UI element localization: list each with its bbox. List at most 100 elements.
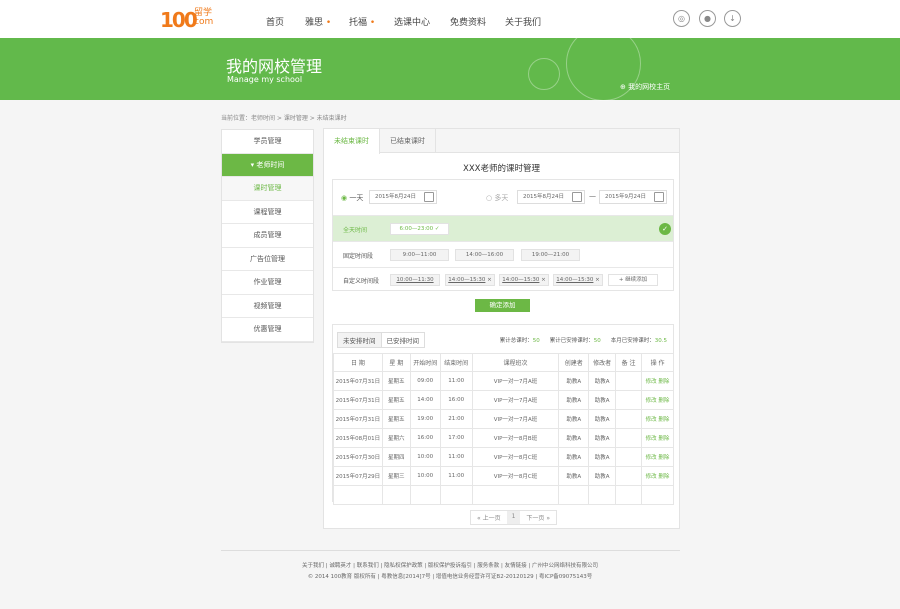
tab-scheduled[interactable]: 已安排时间 — [382, 333, 425, 347]
edit-link[interactable]: 修改 — [646, 398, 657, 404]
tab-finished[interactable]: 已结束课时 — [380, 129, 436, 152]
delete-link[interactable]: 删除 — [658, 455, 669, 461]
edit-link[interactable]: 修改 — [646, 379, 657, 385]
sidebar-item[interactable]: 作业管理 — [222, 271, 313, 295]
sidebar-item[interactable]: 视频管理 — [222, 295, 313, 319]
close-icon[interactable]: × — [487, 277, 492, 283]
table-cell: 助教A — [589, 410, 616, 429]
confirm-add-button[interactable]: 确定添加 — [475, 299, 530, 312]
table-cell: 2015年07月29日 — [334, 467, 383, 486]
logo-com: com — [194, 17, 213, 27]
radio-one-day[interactable]: ◉ 一天 — [341, 193, 363, 203]
nav-label: 免费资料 — [450, 18, 486, 28]
weibo-icon[interactable]: ◎ — [673, 10, 690, 27]
table-cell: 助教A — [589, 391, 616, 410]
download-icon[interactable]: ↓ — [724, 10, 741, 27]
table-cell: 2015年07月31日 — [334, 391, 383, 410]
sidebar-item[interactable]: 课时管理 — [222, 177, 313, 201]
nav-item[interactable]: 首页 — [266, 15, 284, 28]
all-day-chip[interactable]: 6:00—23:00 ✓ — [390, 223, 449, 235]
schedule-list: 未安排时间 已安排时间 累计总课时：50累计已安排课时：50本月已安排课时：30… — [332, 324, 674, 502]
stat-label: 累计总课时： — [500, 338, 533, 344]
nav-item[interactable]: 免费资料 — [450, 15, 486, 28]
page-1-button[interactable]: 1 — [507, 511, 521, 524]
nav-label: 雅思 — [305, 18, 323, 28]
to-date-input[interactable]: 2015年9月24日 — [599, 190, 667, 204]
nav-label: 首页 — [266, 18, 284, 28]
custom-slot[interactable]: 14:00—15:30 — [502, 277, 539, 283]
edit-link[interactable]: 修改 — [646, 474, 657, 480]
close-icon[interactable]: × — [541, 277, 546, 283]
fixed-slot[interactable]: 14:00—16:00 — [455, 249, 514, 261]
calendar-icon[interactable] — [572, 192, 582, 202]
footer-links[interactable]: 关于我们 | 诚聘英才 | 联系我们 | 隐私权保护政策 | 版权保护投诉指引 … — [0, 561, 900, 569]
wechat-icon[interactable]: ● — [699, 10, 716, 27]
delete-link[interactable]: 删除 — [658, 474, 669, 480]
add-more-button[interactable]: + 继续添加 — [608, 274, 658, 286]
nav-item[interactable]: 托福 • — [349, 15, 375, 28]
stat-value: 50 — [594, 338, 601, 344]
dropdown-icon: • — [370, 18, 375, 28]
table-cell: 星期五 — [382, 410, 410, 429]
edit-link[interactable]: 修改 — [646, 417, 657, 423]
close-icon[interactable]: × — [595, 277, 600, 283]
sidebar-item[interactable]: 成员管理 — [222, 224, 313, 248]
calendar-icon[interactable] — [654, 192, 664, 202]
delete-link[interactable]: 删除 — [658, 436, 669, 442]
edit-link[interactable]: 修改 — [646, 455, 657, 461]
sidebar-item[interactable]: 学员管理 — [222, 130, 313, 154]
sidebar-item[interactable]: 广告位管理 — [222, 248, 313, 272]
tab-unfinished[interactable]: 未结束课时 — [324, 129, 380, 154]
stat-value: 50 — [533, 338, 540, 344]
check-circle-icon: ✓ — [659, 223, 671, 235]
logo[interactable]: 100 — [160, 8, 196, 32]
custom-label: 自定义时间段 — [343, 276, 379, 285]
custom-slot[interactable]: 14:00—15:30 — [448, 277, 485, 283]
nav-item[interactable]: 关于我们 — [505, 15, 541, 28]
custom-slot[interactable]: 14:00—15:30 — [556, 277, 593, 283]
stat-label: 本月已安排课时： — [611, 338, 655, 344]
radio-multi-day[interactable]: ○ 多天 — [486, 193, 508, 203]
delete-link[interactable]: 删除 — [658, 398, 669, 404]
sidebar-item[interactable]: 课程管理 — [222, 201, 313, 225]
table-cell — [616, 448, 642, 467]
custom-slot[interactable]: 10:00—11:30 — [396, 277, 433, 283]
table-cell — [616, 372, 642, 391]
gear-icon — [528, 58, 560, 90]
prev-page-button[interactable]: « 上一页 — [471, 511, 507, 524]
table-cell: 16:00 — [440, 391, 472, 410]
delete-link[interactable]: 删除 — [658, 417, 669, 423]
table-cell — [616, 467, 642, 486]
nav-label: 托福 — [349, 18, 367, 28]
table-cell: VIP一对一8月C班 — [472, 448, 559, 467]
from-date-input[interactable]: 2015年8月24日 — [517, 190, 585, 204]
tab-unscheduled[interactable]: 未安排时间 — [338, 333, 382, 347]
fixed-slot[interactable]: 9:00—11:00 — [390, 249, 449, 261]
next-page-button[interactable]: 下一页 » — [520, 511, 556, 524]
delete-link[interactable]: 删除 — [658, 379, 669, 385]
table-cell: VIP一对一7月A班 — [472, 391, 559, 410]
edit-link[interactable]: 修改 — [646, 436, 657, 442]
nav-item[interactable]: 选课中心 — [394, 15, 430, 28]
time-form: ◉ 一天 2015年8月24日 ○ 多天 2015年8月24日 — 2015年9… — [332, 179, 674, 291]
nav-label: 选课中心 — [394, 18, 430, 28]
table-cell: 2015年07月31日 — [334, 410, 383, 429]
sidebar: 学员管理▾ 老师时间课时管理课程管理成员管理广告位管理作业管理视频管理优惠管理 — [221, 129, 314, 343]
table-cell: 助教A — [589, 448, 616, 467]
table-cell: 星期五 — [382, 372, 410, 391]
table-cell: 11:00 — [440, 467, 472, 486]
my-school-link[interactable]: ⊕ 我的网校主页 — [620, 82, 670, 92]
column-header: 备 注 — [616, 354, 642, 372]
table-cell: VIP一对一7月A班 — [472, 372, 559, 391]
sidebar-item[interactable]: ▾ 老师时间 — [222, 154, 313, 178]
table-cell: 19:00 — [410, 410, 440, 429]
all-day-row[interactable]: 全天时间 6:00—23:00 ✓ ✓ — [333, 216, 673, 242]
breadcrumb: 当前位置：老师时间 > 课时管理 > 未结束课时 — [221, 113, 347, 122]
to-date-value: 2015年9月24日 — [605, 194, 646, 200]
all-day-value: 6:00—23:00 — [399, 226, 433, 232]
nav-item[interactable]: 雅思 • — [305, 15, 331, 28]
one-day-date-input[interactable]: 2015年8月24日 — [369, 190, 437, 204]
sidebar-item[interactable]: 优惠管理 — [222, 318, 313, 342]
fixed-slot[interactable]: 19:00—21:00 — [521, 249, 580, 261]
calendar-icon[interactable] — [424, 192, 434, 202]
